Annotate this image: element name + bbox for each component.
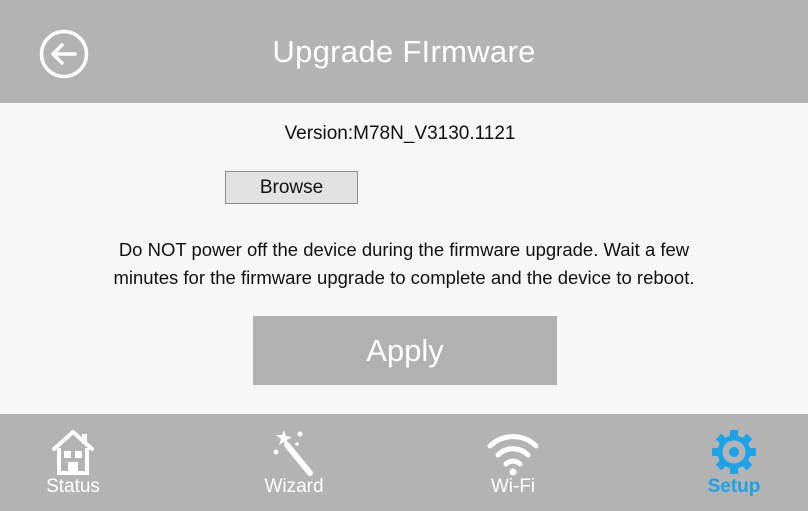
nav-label-wifi: Wi-Fi (490, 476, 536, 497)
version-text: Version:M78N_V3130.1121 (284, 123, 516, 144)
arrow-left-circle-icon (39, 29, 89, 79)
header-bar: Upgrade FIrmware (0, 0, 808, 103)
nav-item-setup[interactable]: Setup (684, 414, 784, 511)
nav-label-status: Status (46, 476, 100, 497)
nav-item-wizard[interactable]: Wizard (244, 414, 344, 511)
back-button[interactable] (39, 29, 89, 79)
upgrade-firmware-screen: Upgrade FIrmware Version:M78N_V3130.1121… (0, 0, 808, 511)
page-title: Upgrade FIrmware (272, 34, 536, 69)
version-label: Version:M78N_V3130.1121 (0, 123, 808, 145)
warning-line-2: minutes for the firmware upgrade to comp… (113, 267, 695, 288)
nav-label-setup: Setup (707, 476, 761, 497)
apply-button[interactable]: Apply (253, 316, 557, 385)
gear-icon (712, 430, 756, 474)
house-icon (52, 430, 94, 475)
nav-label-wizard: Wizard (264, 476, 324, 497)
nav-item-status[interactable]: Status (20, 414, 126, 511)
nav-item-wifi[interactable]: Wi-Fi (463, 414, 563, 511)
content-area: Version:M78N_V3130.1121 Browse Do NOT po… (0, 103, 808, 414)
bottom-nav: Status Wizard Wi-Fi Setup (0, 414, 808, 511)
magic-wand-icon (273, 430, 313, 476)
browse-button[interactable]: Browse (225, 171, 358, 204)
wifi-icon (487, 434, 539, 476)
warning-line-1: Do NOT power off the device during the f… (118, 239, 690, 260)
upgrade-warning: Do NOT power off the device during the f… (30, 236, 778, 292)
